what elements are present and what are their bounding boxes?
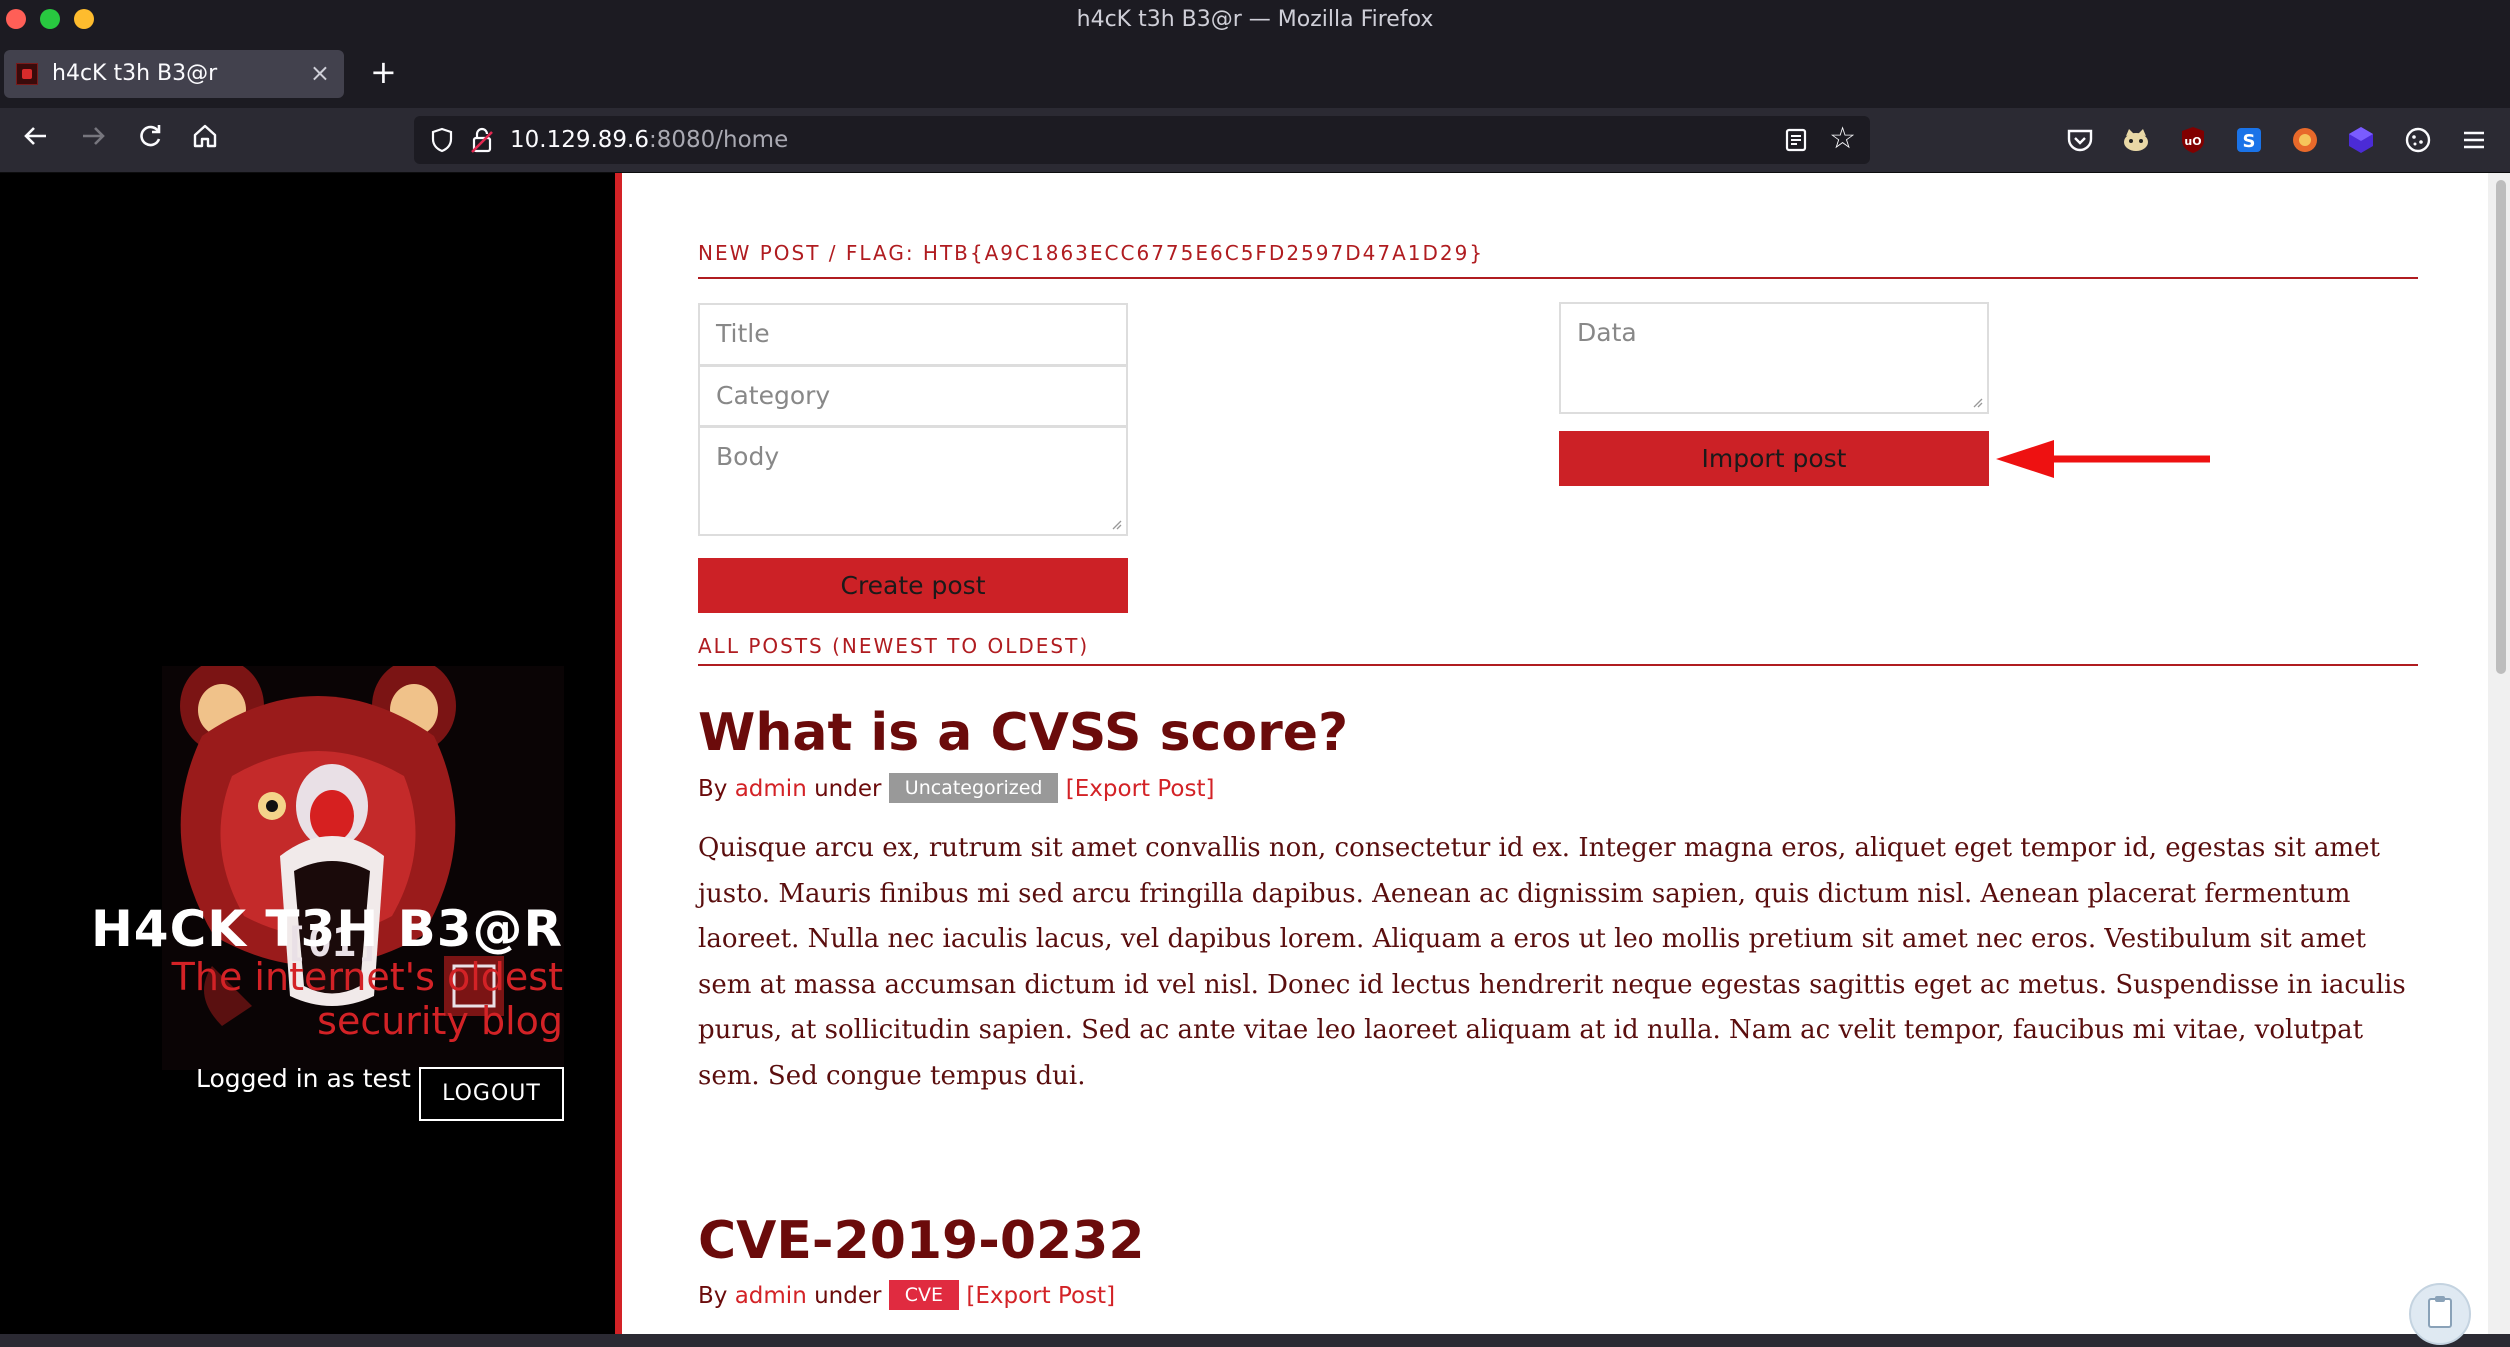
svg-text:uO: uO <box>2184 135 2201 148</box>
post-title: What is a CVSS score? <box>698 703 1349 763</box>
new-tab-button[interactable]: + <box>370 54 397 90</box>
import-post-button[interactable]: Import post <box>1559 431 1989 486</box>
post-body-placeholder: Body <box>716 442 780 471</box>
logout-button[interactable]: LOGOUT <box>419 1067 564 1121</box>
blog-sidebar: [01] H4CK T3H B3@R The internet's oldest… <box>0 173 615 1334</box>
resize-grip-icon[interactable] <box>1971 396 1983 408</box>
clipboard-widget-button[interactable] <box>2409 1283 2471 1345</box>
close-tab-icon[interactable]: × <box>310 59 330 87</box>
reload-button[interactable] <box>132 122 168 158</box>
post-title-input[interactable]: Title <box>698 303 1128 366</box>
post-under-label: under <box>814 776 882 802</box>
resize-grip-icon[interactable] <box>1110 518 1122 530</box>
back-button[interactable] <box>18 122 54 158</box>
url-host: 10.129.89.6 <box>510 127 649 153</box>
pocket-icon[interactable] <box>2064 124 2096 156</box>
post-by-label: By <box>698 1283 728 1309</box>
post-meta: By admin under CVE [Export Post] <box>698 1280 1115 1310</box>
all-posts-divider <box>698 664 2418 666</box>
all-posts-heading: ALL POSTS (NEWEST TO OLDEST) <box>698 634 1090 658</box>
forward-button[interactable] <box>75 122 111 158</box>
post-category-input[interactable]: Category <box>698 365 1128 427</box>
site-favicon-icon <box>16 63 38 85</box>
new-post-divider <box>698 277 2418 279</box>
home-icon <box>193 124 217 148</box>
ublock-origin-icon[interactable]: uO <box>2177 124 2209 156</box>
category-badge[interactable]: CVE <box>888 1280 960 1310</box>
post-under-label: under <box>814 1283 882 1309</box>
window-title: h4cK t3h B3@r — Mozilla Firefox <box>1076 7 1434 32</box>
tab-bar: h4cK t3h B3@r × + <box>0 40 2510 108</box>
extension-s-icon[interactable]: S <box>2233 124 2265 156</box>
post-body-textarea[interactable]: Body <box>698 426 1128 536</box>
page-scrollbar-thumb[interactable] <box>2496 180 2506 674</box>
tab-title: h4cK t3h B3@r <box>52 61 218 86</box>
post-meta: By admin under Uncategorized [Export Pos… <box>698 773 1214 803</box>
clipboard-icon <box>2428 1296 2452 1328</box>
extension-cat-icon[interactable] <box>2120 124 2152 156</box>
arrow-left-icon <box>24 127 46 145</box>
post-author-link[interactable]: admin <box>735 776 807 802</box>
extension-cube-icon[interactable] <box>2345 124 2377 156</box>
create-post-button[interactable]: Create post <box>698 558 1128 613</box>
logged-in-status: Logged in as test <box>196 1064 411 1093</box>
site-tagline: The internet's oldest security blog <box>171 955 563 1043</box>
navigation-toolbar: 10.129.89.6:8080/home ☆ uO S <box>0 108 2510 173</box>
export-post-link[interactable]: [Export Post] <box>1066 776 1215 802</box>
tracking-protection-shield-icon[interactable] <box>428 126 456 154</box>
import-data-placeholder: Data <box>1577 318 1637 347</box>
reader-view-icon[interactable] <box>1782 126 1810 154</box>
annotation-arrow-icon <box>1996 440 2210 478</box>
url-text[interactable]: 10.129.89.6:8080/home <box>510 127 788 153</box>
post-author-link[interactable]: admin <box>735 1283 807 1309</box>
blog-main-content: NEW POST / FLAG: HTB{A9C1863ECC6775E6C5F… <box>622 173 2488 1334</box>
url-port-path: :8080/home <box>649 127 789 153</box>
svg-text:S: S <box>2243 131 2256 152</box>
arrow-right-icon <box>83 127 105 145</box>
post-title: CVE-2019-0232 <box>698 1211 1145 1271</box>
reload-icon <box>140 125 161 147</box>
export-post-link[interactable]: [Export Post] <box>966 1283 1115 1309</box>
tab-h4ck-t3h-b3ar[interactable]: h4cK t3h B3@r × <box>4 50 344 98</box>
post-body-text: Quisque arcu ex, rutrum sit amet convall… <box>698 833 2406 1091</box>
cookie-icon[interactable] <box>2402 124 2434 156</box>
address-bar[interactable]: 10.129.89.6:8080/home ☆ <box>414 116 1870 164</box>
import-data-textarea[interactable]: Data <box>1559 302 1989 414</box>
sidebar-divider <box>615 173 622 1334</box>
site-title: H4CK T3H B3@R <box>90 900 563 958</box>
home-button[interactable] <box>187 122 223 158</box>
post-by-label: By <box>698 776 728 802</box>
extension-fox-icon[interactable] <box>2289 124 2321 156</box>
category-badge[interactable]: Uncategorized <box>888 773 1059 803</box>
new-post-flag-heading: NEW POST / FLAG: HTB{A9C1863ECC6775E6C5F… <box>698 241 1485 265</box>
hamburger-menu-icon[interactable] <box>2458 124 2490 156</box>
insecure-lock-icon[interactable] <box>468 126 496 154</box>
window-titlebar: h4cK t3h B3@r — Mozilla Firefox <box>0 0 2510 40</box>
bookmark-star-icon[interactable]: ☆ <box>1829 124 1856 154</box>
